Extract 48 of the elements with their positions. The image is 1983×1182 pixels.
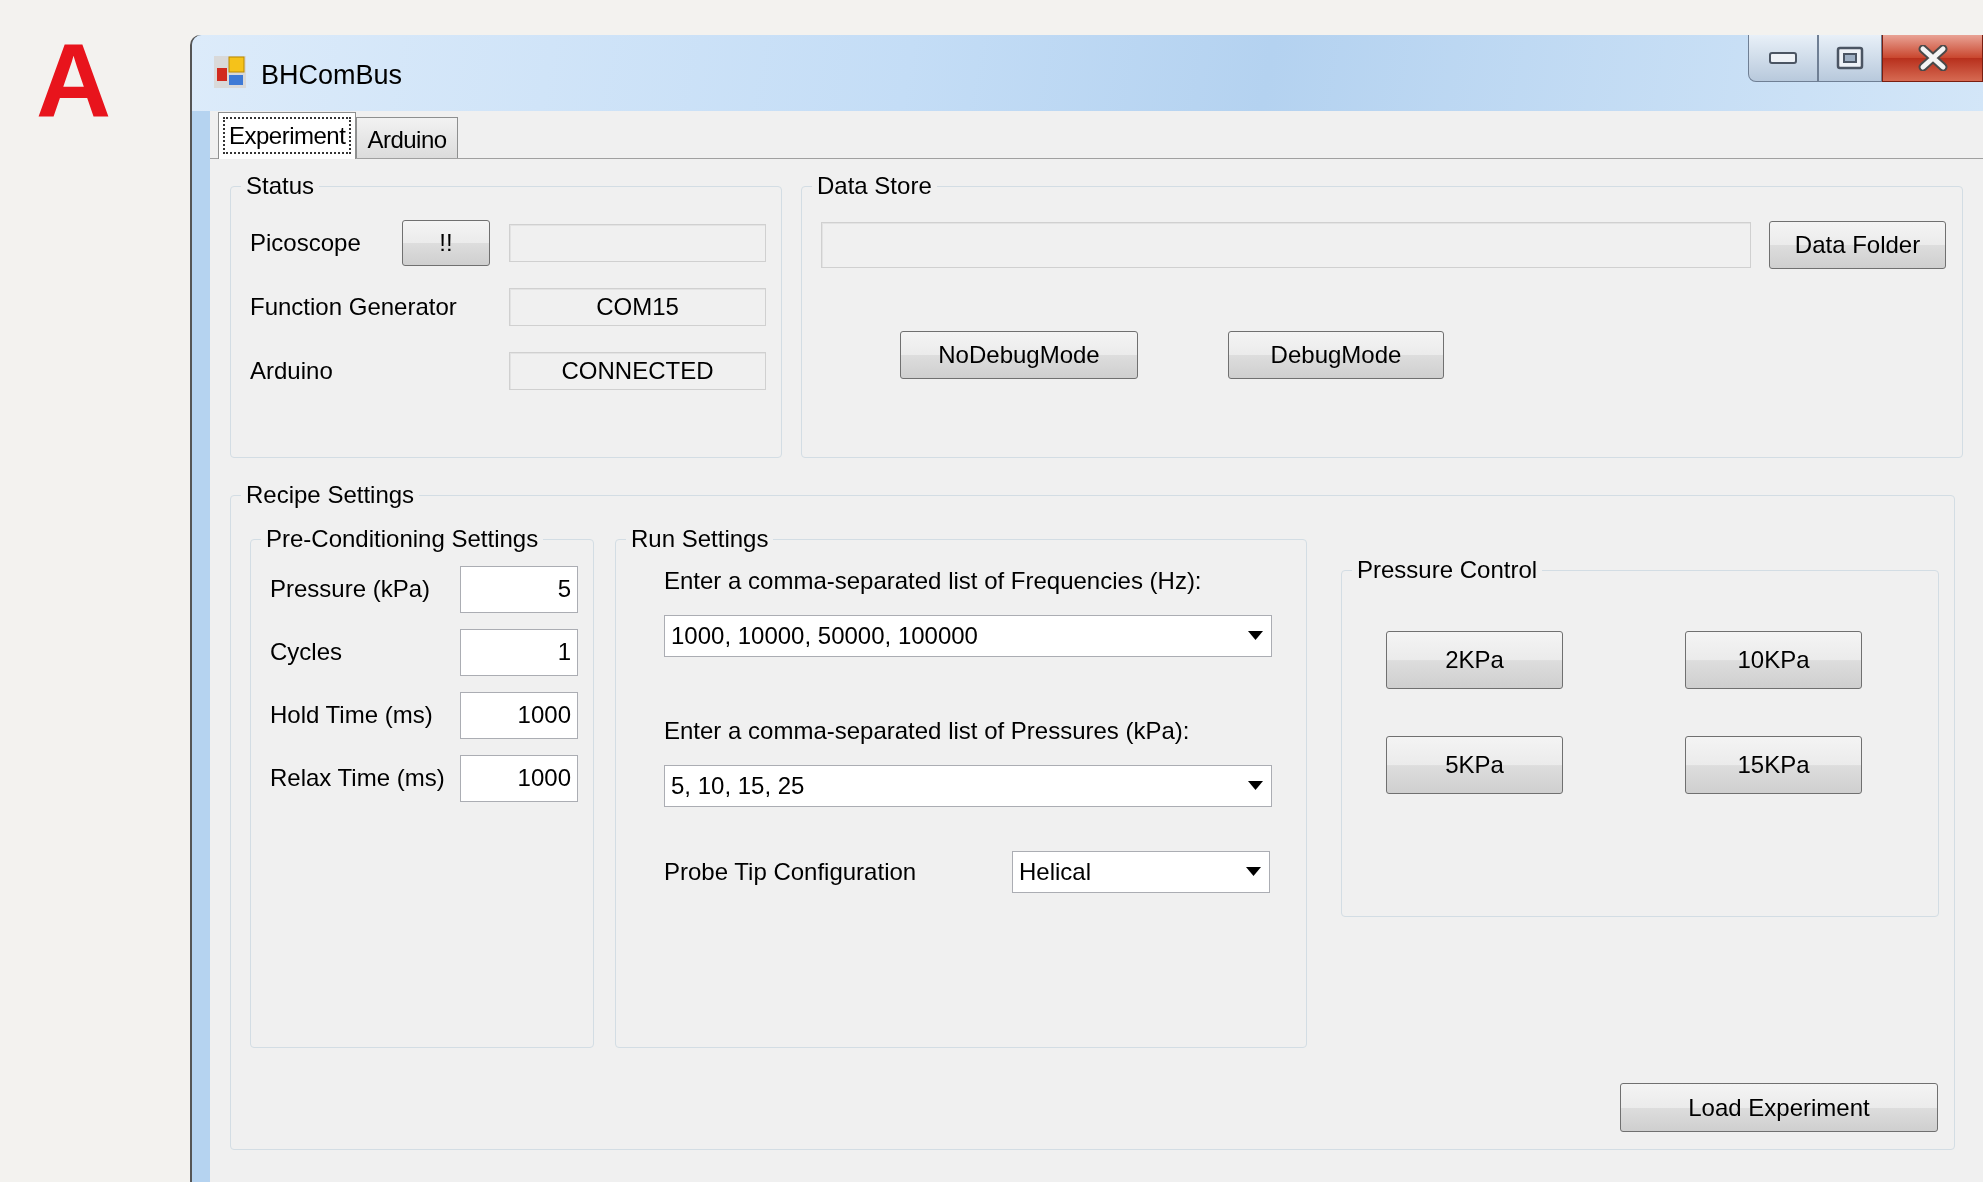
app-icon <box>213 55 247 89</box>
window-title: BHComBus <box>261 59 403 92</box>
dropdown[interactable]: 5, 10, 15, 25 <box>664 764 1272 807</box>
number-field[interactable]: 1000 <box>460 754 578 802</box>
caret-icon <box>1248 781 1263 791</box>
minimize-icon <box>1769 52 1797 64</box>
close-icon <box>1917 45 1948 71</box>
field-label: Pressure (kPa) <box>270 574 432 605</box>
status-field: CONNECTED <box>509 352 766 391</box>
figure-label: A <box>35 21 113 140</box>
caret-icon <box>1246 867 1261 877</box>
field-label: Enter a comma-separated list of Pressures (kPa): <box>664 715 1191 746</box>
field-label: Hold Time (ms) <box>270 700 434 731</box>
maximize-button[interactable] <box>1818 35 1882 82</box>
field-label: Picoscope <box>250 228 362 259</box>
mode-button[interactable]: NoDebugMode <box>900 331 1138 380</box>
group-title: Status <box>245 173 316 200</box>
close-button[interactable] <box>1882 35 1983 82</box>
dropdown[interactable]: Helical <box>1012 850 1270 893</box>
group-title: Recipe Settings <box>245 482 416 509</box>
caret-icon <box>1248 631 1263 641</box>
field-label: Enter a comma-separated list of Frequencies (Hz): <box>664 565 1203 596</box>
field-label: Relax Time (ms) <box>270 763 446 794</box>
field-label: Cycles <box>270 637 343 668</box>
status-field: COM15 <box>509 288 766 327</box>
pressure-button[interactable]: 10KPa <box>1685 630 1862 689</box>
group-title: Pressure Control <box>1356 557 1539 584</box>
dropdown[interactable]: 1000, 10000, 50000, 100000 <box>664 614 1272 657</box>
pressure-button[interactable]: 15KPa <box>1685 735 1862 794</box>
field-label: Arduino <box>250 356 334 387</box>
number-field[interactable]: 1 <box>460 628 578 676</box>
tab[interactable]: Experiment <box>218 112 357 159</box>
pressure-button[interactable]: 5KPa <box>1386 735 1563 794</box>
number-field[interactable]: 5 <box>460 565 578 613</box>
group-title: Run Settings <box>630 526 770 553</box>
load-experiment-button[interactable]: Load Experiment <box>1620 1083 1938 1133</box>
mode-button[interactable]: DebugMode <box>1228 331 1444 380</box>
pressure-button[interactable]: 2KPa <box>1386 630 1563 689</box>
maximize-icon <box>1836 46 1864 70</box>
group-title: Data Store <box>816 173 933 200</box>
field-label: Function Generator <box>250 292 458 323</box>
number-field[interactable]: 1000 <box>460 691 578 739</box>
field-label: Probe Tip Configuration <box>664 856 917 887</box>
data-folder-button[interactable]: Data Folder <box>1769 221 1946 270</box>
picoscope-button[interactable]: !! <box>402 220 490 267</box>
tab[interactable]: Arduino <box>356 117 458 158</box>
group-title: Pre-Conditioning Settings <box>265 526 540 553</box>
minimize-button[interactable] <box>1748 35 1818 82</box>
